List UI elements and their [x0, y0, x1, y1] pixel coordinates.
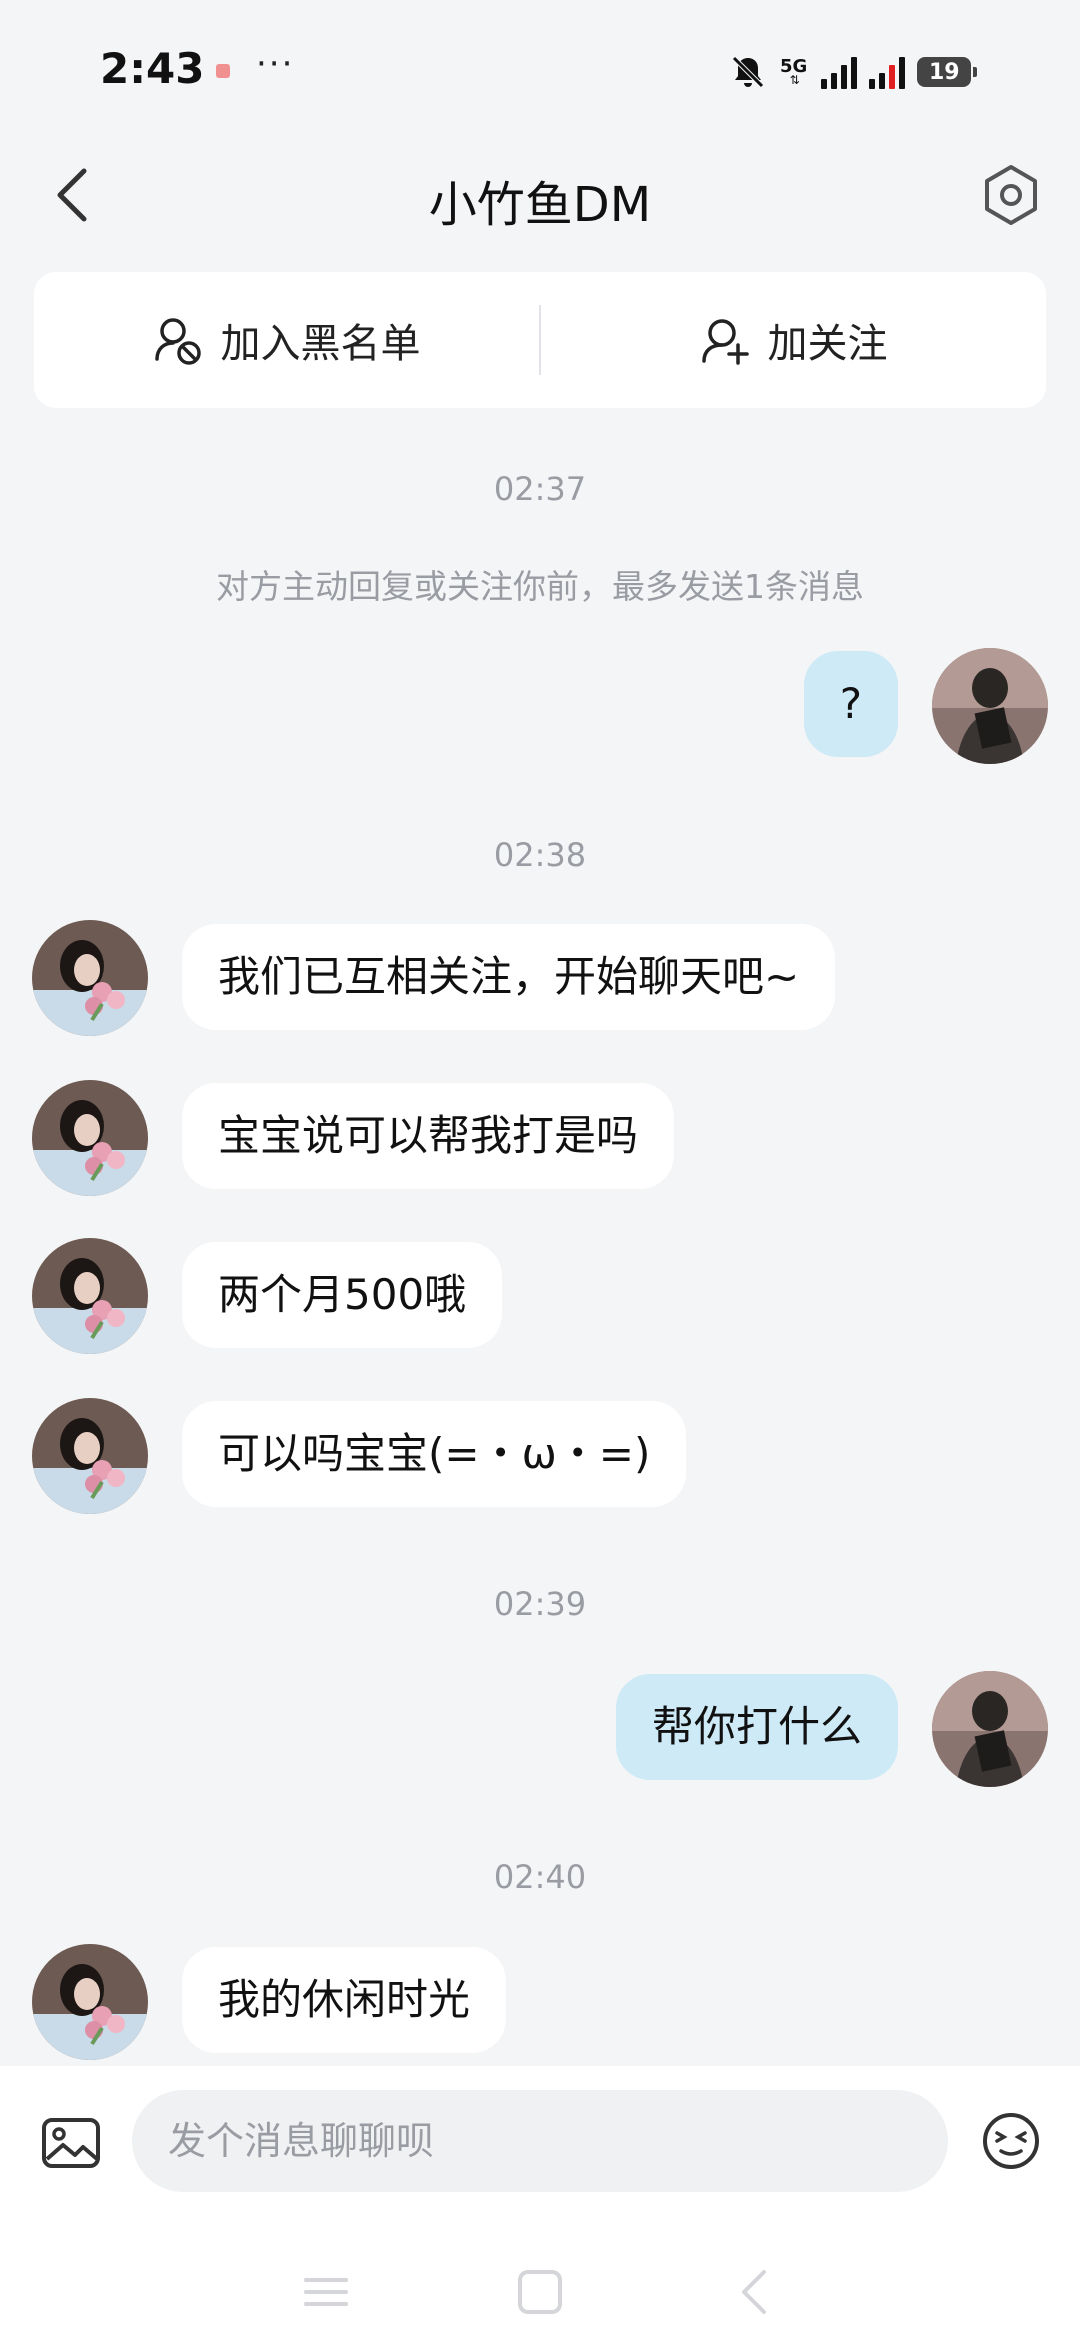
follow-label: 加关注	[767, 321, 888, 367]
message-bubble-in[interactable]: 宝宝说可以帮我打是吗	[182, 1083, 675, 1189]
network-indicator: 5G ⇅	[780, 58, 809, 87]
blacklist-label: 加入黑名单	[220, 321, 421, 367]
status-time: 2:43	[100, 44, 205, 93]
notification-icon	[216, 64, 230, 78]
message-bubble-in[interactable]: 我的休闲时光	[182, 1947, 507, 2053]
system-note: 对方主动回复或关注你前，最多发送1条消息	[216, 567, 864, 606]
my-avatar[interactable]	[932, 648, 1048, 764]
image-icon	[42, 2118, 100, 2168]
timestamp: 02:38	[493, 836, 587, 874]
contact-avatar[interactable]	[32, 1944, 148, 2060]
timestamp: 02:37	[493, 470, 587, 508]
signal-1-icon	[821, 55, 858, 89]
nav-back-button[interactable]	[724, 2262, 784, 2322]
page-title: 小竹鱼DM	[428, 177, 652, 233]
my-avatar[interactable]	[932, 1671, 1048, 1787]
timestamp: 02:40	[493, 1858, 587, 1896]
settings-button[interactable]	[976, 160, 1046, 230]
action-card: 加入黑名单 加关注	[34, 272, 1046, 408]
message-input[interactable]	[132, 2090, 948, 2192]
menu-icon	[304, 2278, 348, 2306]
image-button[interactable]	[36, 2108, 106, 2178]
settings-icon	[985, 165, 1037, 225]
contact-avatar[interactable]	[32, 1398, 148, 1514]
message-bubble-in[interactable]: 两个月500哦	[182, 1242, 503, 1348]
status-icons: 5G ⇅ 19	[728, 50, 978, 94]
emoji-button[interactable]	[978, 2108, 1044, 2174]
data-arrows-icon: ⇅	[789, 73, 800, 87]
message-bubble-out[interactable]: 帮你打什么	[615, 1674, 898, 1780]
message-bubble-out[interactable]: ?	[803, 651, 898, 757]
timestamp: 02:39	[493, 1585, 587, 1623]
contact-avatar[interactable]	[32, 1238, 148, 1354]
mute-bell-icon	[732, 56, 764, 88]
nav-menu-button[interactable]	[296, 2262, 356, 2322]
message-bubble-in[interactable]: 可以吗宝宝(=・ω・=)	[182, 1401, 687, 1507]
signal-2-icon	[869, 55, 906, 89]
contact-avatar[interactable]	[32, 920, 148, 1036]
nav-home-button[interactable]	[510, 2262, 570, 2322]
home-icon	[518, 2270, 562, 2314]
message-bubble-in[interactable]: 我们已互相关注，开始聊天吧~	[182, 924, 836, 1030]
battery-level: 19	[929, 59, 960, 85]
contact-avatar[interactable]	[32, 1080, 148, 1196]
battery-icon: 19	[917, 57, 978, 87]
user-block-icon	[154, 318, 201, 365]
status-overflow-icon: ···	[256, 44, 295, 84]
emoji-icon	[983, 2113, 1039, 2169]
follow-button[interactable]: 加关注	[541, 272, 1046, 408]
blacklist-button[interactable]: 加入黑名单	[34, 272, 539, 408]
back-icon	[742, 2270, 766, 2314]
user-add-icon	[701, 319, 749, 365]
